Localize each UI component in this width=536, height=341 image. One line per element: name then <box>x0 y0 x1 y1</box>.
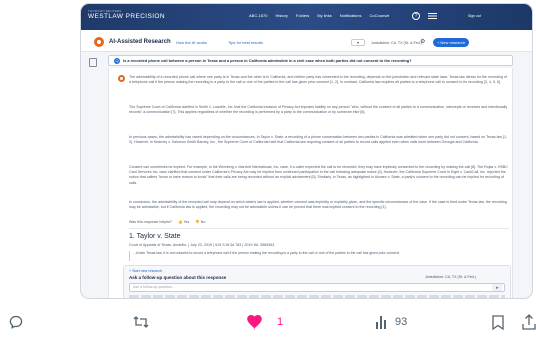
followup-jurisdiction[interactable]: Jurisdiction: CA, TX (St. & Fed.) <box>425 275 476 280</box>
westlaw-logo[interactable]: THOMSON REUTERS WESTLAW PRECISION <box>88 10 168 21</box>
send-icon[interactable]: ➤ <box>492 284 502 291</box>
question-icon[interactable]: ? <box>412 12 420 20</box>
question-bar: Q Is a recorded phone call between a per… <box>108 55 513 66</box>
nav-link-cocounsel[interactable]: CoCounsel <box>370 13 390 19</box>
followup-input[interactable]: Ask a follow-up question... <box>129 283 505 292</box>
bookmark-icon[interactable] <box>492 315 504 330</box>
no-label: No <box>200 220 206 224</box>
views-count: 93 <box>395 316 408 328</box>
ai-research-logo-icon <box>94 37 104 47</box>
brand-name: WESTLAW PRECISION <box>88 13 165 20</box>
answer-paragraph: In conclusion, the admissibility of the … <box>129 200 507 210</box>
how-ai-works-link[interactable]: How the AI works <box>176 40 207 46</box>
answer-paragraph: In previous cases, the admissibility has… <box>129 135 507 145</box>
jurisdiction-label[interactable]: Jurisdiction: CA, TX (St. & Fed.) <box>371 40 422 46</box>
tools-icon[interactable] <box>428 13 437 19</box>
case-citation: Court of Appeals of Texas, Amarillo. | J… <box>129 243 275 247</box>
cutoff-text <box>129 295 505 298</box>
answer-paragraph: The Supreme Court of California clarifie… <box>129 105 508 115</box>
side-gutter <box>81 52 107 298</box>
followup-panel: + Start new research Ask a follow-up que… <box>123 265 511 298</box>
account-dropdown[interactable]: ▾ <box>351 39 365 46</box>
views-chart-icon[interactable] <box>376 316 389 329</box>
nav-link-my-links[interactable]: My links <box>317 13 331 19</box>
divider <box>129 228 509 229</box>
like-count: 1 <box>277 316 284 328</box>
thumbs-down-button[interactable]: 👎 No <box>195 220 205 225</box>
sign-out-link[interactable]: Sign out <box>468 13 481 19</box>
followup-heading: Ask a follow-up question about this resp… <box>129 275 227 280</box>
helpful-feedback: Was this response helpful? 👍 Yes 👎 No <box>129 220 205 225</box>
question-badge-icon: Q <box>114 58 120 64</box>
share-icon[interactable] <box>522 314 536 330</box>
helpful-prompt: Was this response helpful? <box>129 220 173 224</box>
page-title: AI-Assisted Research <box>109 39 171 45</box>
nav-link-notifications[interactable]: Notifications <box>340 13 362 19</box>
ai-answer-icon <box>118 75 125 82</box>
screenshot-card: THOMSON REUTERS WESTLAW PRECISION ABC-18… <box>80 3 533 299</box>
heart-icon[interactable] <box>247 315 264 330</box>
nav-links: ABC-1870 History Folders My links Notifi… <box>249 13 389 19</box>
gear-icon[interactable]: ⚙ <box>420 39 425 46</box>
social-action-bar: 1 93 <box>0 312 536 340</box>
research-toolbar: AI-Assisted Research How the AI works Ti… <box>81 30 532 52</box>
nav-link-folders[interactable]: Folders <box>296 13 309 19</box>
start-new-research-link[interactable]: + Start new research <box>129 269 162 274</box>
tips-link[interactable]: Tips for best results <box>228 40 263 46</box>
reply-icon[interactable] <box>8 314 24 330</box>
nav-link-history[interactable]: History <box>275 13 287 19</box>
nav-link-client[interactable]: ABC-1870 <box>249 13 267 19</box>
retweet-icon[interactable] <box>132 314 150 330</box>
case-title-link[interactable]: 1. Taylor v. State <box>129 233 181 241</box>
new-research-button[interactable]: + New research <box>433 38 469 47</box>
answer-paragraph: The admissibility of a recorded phone ca… <box>129 75 508 85</box>
thumbs-up-button[interactable]: 👍 Yes <box>178 220 189 225</box>
answer-paragraph: Consent can sometimes be implied. For ex… <box>129 165 508 185</box>
answer-panel: The admissibility of a recorded phone ca… <box>108 68 513 298</box>
heart-shape <box>247 315 262 330</box>
document-icon[interactable] <box>89 58 97 67</box>
question-text: Is a recorded phone call between a perso… <box>123 58 412 63</box>
yes-label: Yes <box>183 220 190 224</box>
case-quote: ...Under Texas law, it is not unlawful t… <box>129 251 509 261</box>
top-navigation-bar: THOMSON REUTERS WESTLAW PRECISION ABC-18… <box>81 4 532 30</box>
